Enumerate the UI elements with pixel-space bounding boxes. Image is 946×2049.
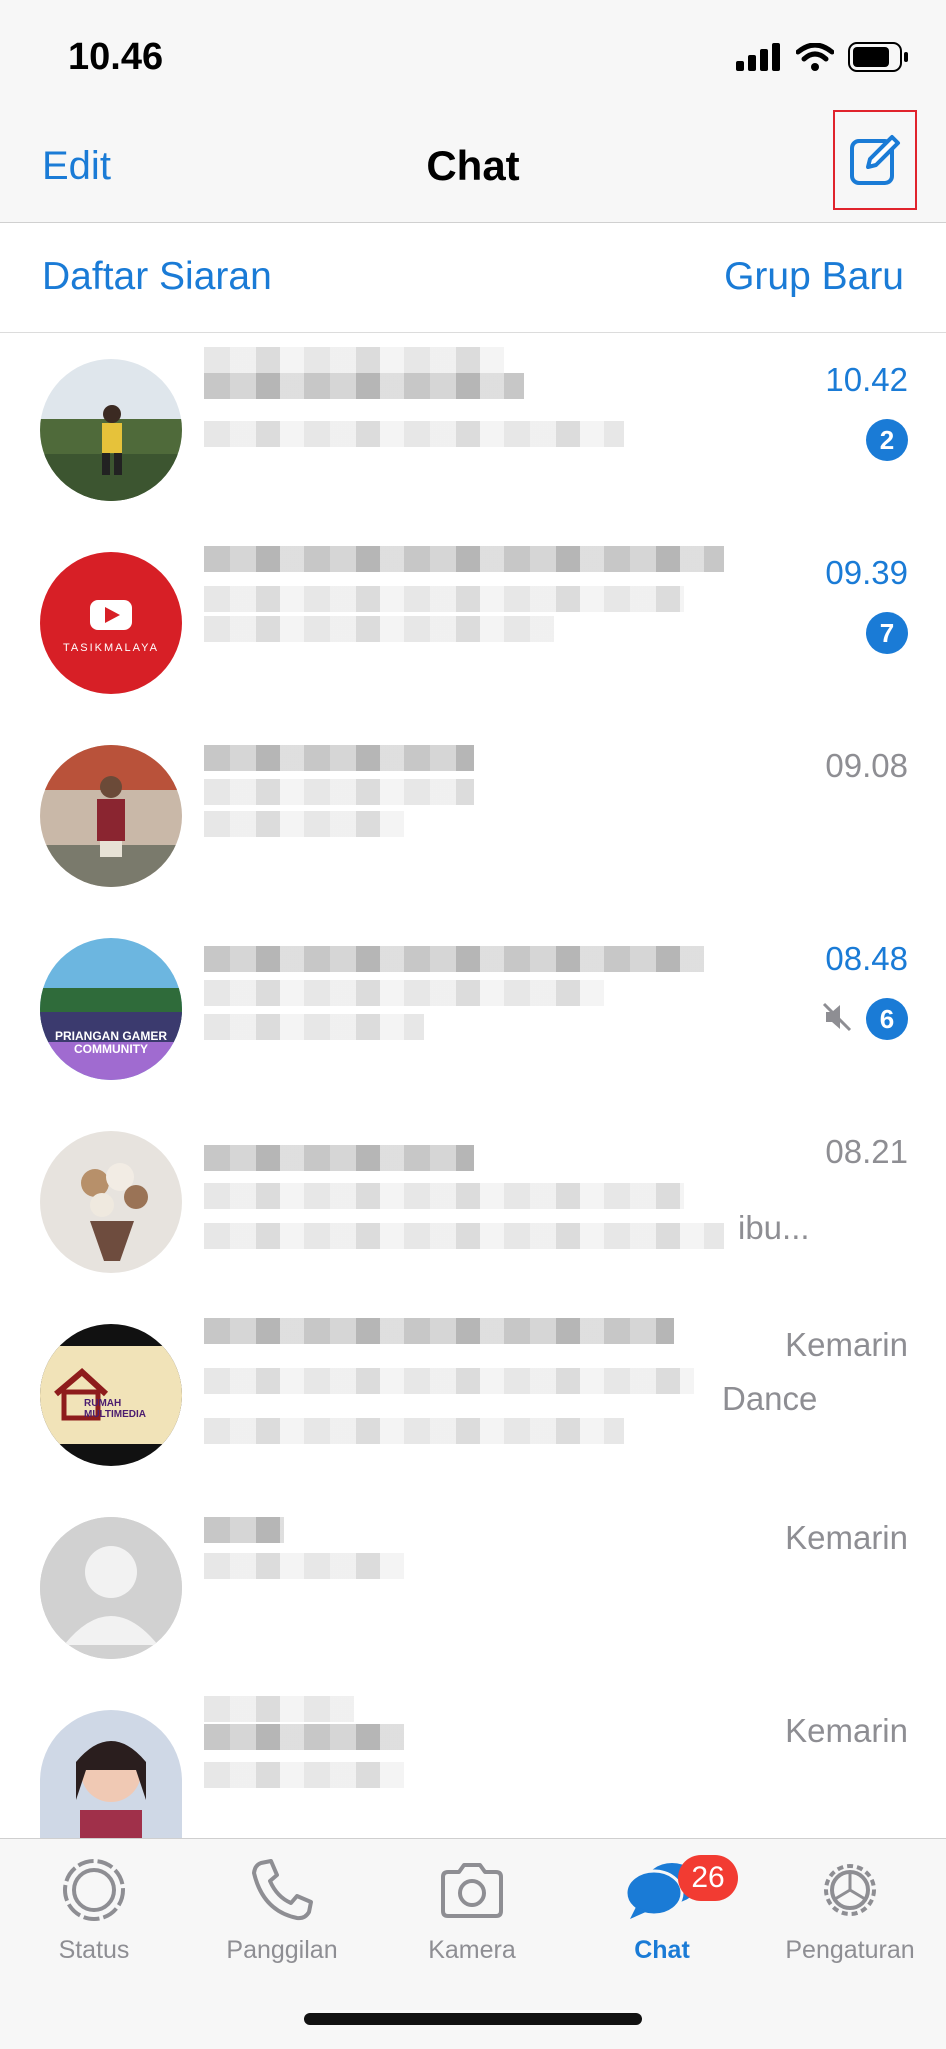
redacted-preview — [204, 980, 604, 1006]
chat-row[interactable]: PRIANGAN GAMER COMMUNITY 08.48 6 — [0, 912, 946, 1105]
chat-row[interactable]: ibu... 08.21 — [0, 1105, 946, 1298]
redacted-preview — [204, 1418, 624, 1444]
chat-time: 10.42 — [825, 361, 908, 398]
chat-row[interactable]: 10.42 2 — [0, 333, 946, 526]
default-avatar-icon — [40, 1517, 182, 1659]
compose-icon — [850, 135, 900, 185]
redacted-name — [204, 1724, 404, 1750]
signal-icon — [736, 43, 780, 71]
status-icon — [63, 1859, 125, 1921]
avatar-text: RUMAH MULTIMEDIA — [84, 1398, 147, 1420]
new-group-link[interactable]: Grup Baru — [724, 255, 904, 299]
redacted-preview — [204, 586, 684, 612]
tab-label: Panggilan — [226, 1936, 338, 1964]
redacted-preview — [204, 1223, 724, 1249]
tab-chat[interactable]: 26 Chat — [572, 1855, 752, 1965]
redacted-name — [204, 1696, 354, 1722]
chat-time: 08.21 — [825, 1133, 908, 1170]
mute-icon — [822, 1002, 852, 1032]
chat-row[interactable]: Kemarin — [0, 1684, 946, 1838]
chat-time: Kemarin — [785, 1326, 908, 1363]
redacted-preview — [204, 1553, 404, 1579]
page-title: Chat — [426, 142, 520, 189]
redacted-name — [204, 1318, 674, 1344]
tab-label: Pengaturan — [785, 1936, 915, 1964]
status-bar: 10.46 — [0, 0, 946, 110]
chat-time: 08.48 — [825, 940, 908, 977]
gear-icon — [824, 1864, 876, 1916]
chat-time: Kemarin — [785, 1712, 908, 1749]
avatar: PRIANGAN GAMER COMMUNITY — [40, 938, 182, 1080]
chat-row[interactable]: Kemarin — [0, 1491, 946, 1684]
avatar-text: PRIANGAN GAMER COMMUNITY — [54, 1029, 167, 1056]
avatar — [40, 1517, 182, 1659]
redacted-name — [204, 347, 504, 373]
tab-label: Chat — [634, 1936, 690, 1964]
redacted-name — [204, 1145, 474, 1171]
camera-icon — [441, 1863, 503, 1918]
redacted-preview — [204, 1762, 404, 1788]
compose-button[interactable] — [833, 110, 917, 210]
tab-label: Status — [58, 1936, 130, 1964]
redacted-name — [204, 546, 724, 572]
tab-calls[interactable]: Panggilan — [192, 1855, 372, 1965]
chat-row[interactable]: 09.08 — [0, 719, 946, 912]
chat-time: Kemarin — [785, 1519, 908, 1556]
wifi-icon — [796, 43, 834, 71]
chat-list[interactable]: 10.42 2 TASIKMALAYA 09.39 7 09.08 PRIANG… — [0, 333, 946, 1838]
redacted-name — [204, 946, 704, 972]
nav-bar: Edit Chat — [0, 110, 946, 223]
unread-chats-badge: 26 — [678, 1855, 738, 1901]
tab-label: Kamera — [428, 1936, 516, 1964]
avatar — [40, 359, 182, 501]
redacted-preview — [204, 1368, 694, 1394]
redacted-name — [204, 745, 474, 771]
broadcast-list-link[interactable]: Daftar Siaran — [42, 255, 272, 299]
redacted-preview — [204, 1014, 424, 1040]
preview-text-tail: ibu... — [738, 1209, 810, 1246]
preview-text-tail: Dance — [722, 1380, 818, 1417]
tab-status[interactable]: Status — [4, 1855, 184, 1965]
redacted-preview — [204, 779, 474, 805]
avatar — [40, 1710, 182, 1838]
avatar — [40, 745, 182, 887]
phone-icon — [252, 1859, 313, 1921]
chat-time: 09.39 — [825, 554, 908, 591]
status-time: 10.46 — [68, 36, 164, 78]
redacted-preview — [204, 616, 554, 642]
status-icons — [736, 42, 910, 72]
avatar — [40, 1131, 182, 1273]
redacted-preview — [204, 811, 404, 837]
chat-row[interactable]: TASIKMALAYA 09.39 7 — [0, 526, 946, 719]
tab-camera[interactable]: Kamera — [382, 1855, 562, 1965]
redacted-name — [204, 1517, 284, 1543]
unread-badge: 6 — [866, 998, 908, 1040]
battery-icon — [848, 42, 908, 72]
list-actions-row: Daftar Siaran Grup Baru — [0, 223, 946, 333]
avatar: TASIKMALAYA — [40, 552, 182, 694]
home-indicator[interactable] — [304, 2013, 642, 2025]
avatar: RUMAH MULTIMEDIA — [40, 1324, 182, 1466]
redacted-preview — [204, 421, 624, 447]
tab-settings[interactable]: Pengaturan — [760, 1855, 940, 1965]
chat-time: 09.08 — [825, 747, 908, 784]
avatar-text: TASIKMALAYA — [63, 642, 159, 654]
unread-badge: 7 — [866, 612, 908, 654]
redacted-preview — [204, 1183, 684, 1209]
chat-row[interactable]: RUMAH MULTIMEDIA Dance Kemarin — [0, 1298, 946, 1491]
redacted-name — [204, 373, 524, 399]
unread-badge: 2 — [866, 419, 908, 461]
